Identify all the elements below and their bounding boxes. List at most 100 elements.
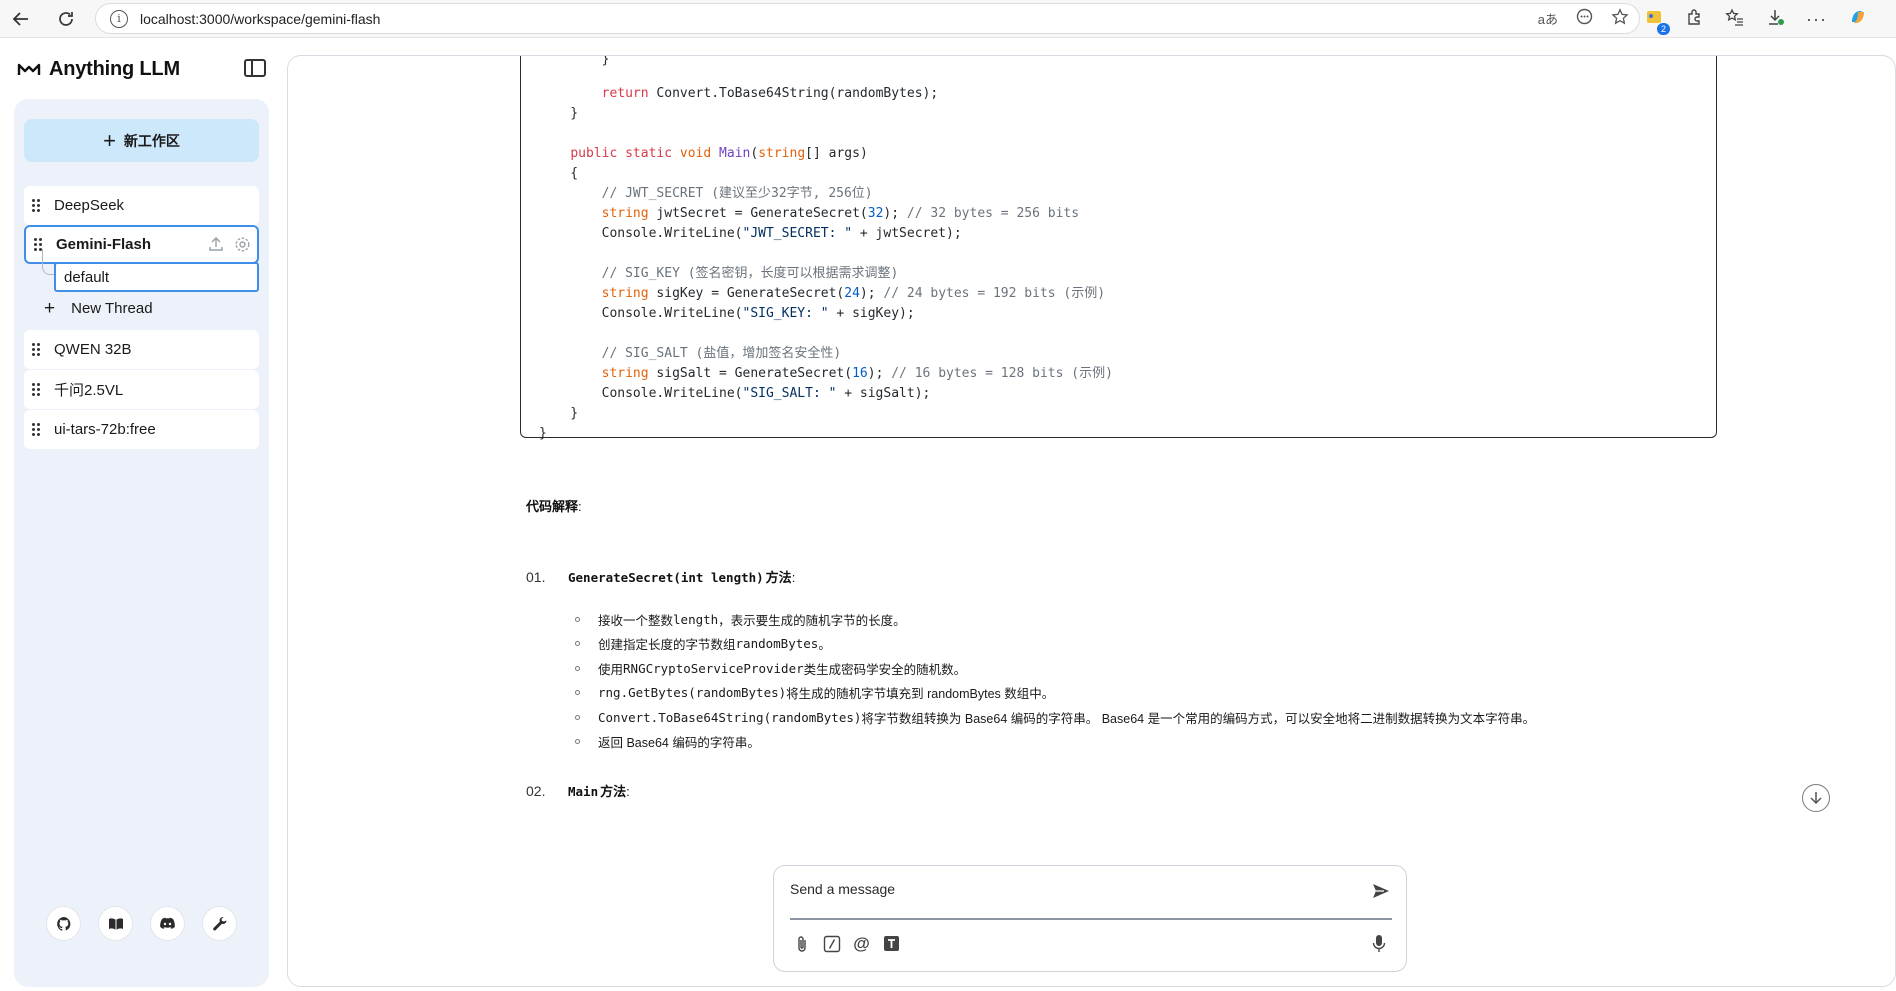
sidebar: + 新工作区 DeepSeek Gemini-Flash default + N… bbox=[14, 99, 269, 987]
mention-at-icon[interactable]: @ bbox=[852, 934, 871, 953]
composer-divider bbox=[790, 918, 1392, 920]
bullet-code: length bbox=[673, 611, 719, 627]
workspace-item-ui-tars[interactable]: ui-tars-72b:free bbox=[24, 410, 259, 449]
bullet-text: 将生成的随机字节填充到 randomBytes 数组中。 bbox=[786, 687, 1055, 702]
bullet-code: Convert.ToBase64String(randomBytes) bbox=[598, 709, 862, 725]
bullet-item: 接收一个整数 length ，表示要生成的随机字节的长度。 bbox=[575, 607, 1535, 632]
drag-handle-icon[interactable] bbox=[32, 342, 42, 357]
new-thread-label: New Thread bbox=[71, 300, 153, 317]
list-item-code: Main bbox=[568, 784, 599, 799]
new-workspace-button[interactable]: + 新工作区 bbox=[24, 119, 259, 162]
sidebar-toggle-icon[interactable] bbox=[244, 59, 266, 77]
drag-handle-icon[interactable] bbox=[32, 198, 42, 213]
bullet-text: 将字节数组转换为 Base64 编码的字符串。 Base64 是一个常用的编码方… bbox=[861, 711, 1536, 726]
bullet-dot bbox=[575, 739, 580, 745]
new-thread-button[interactable]: + New Thread bbox=[44, 299, 153, 318]
bullet-code: rng.GetBytes(randomBytes) bbox=[598, 685, 787, 701]
address-bar[interactable]: i localhost:3000/workspace/gemini-flash … bbox=[95, 3, 1640, 34]
drag-handle-icon[interactable] bbox=[32, 422, 42, 437]
workspace-name: DeepSeek bbox=[54, 197, 125, 214]
send-button[interactable] bbox=[1370, 880, 1392, 902]
list-number: 01. bbox=[526, 569, 546, 585]
workspace-name: Gemini-Flash bbox=[56, 236, 152, 253]
message-input[interactable] bbox=[790, 876, 1350, 902]
back-icon[interactable] bbox=[3, 1, 39, 37]
slash-command-icon[interactable] bbox=[822, 934, 841, 953]
section-title: 代码解释: bbox=[526, 496, 582, 515]
bullet-item: 使用 RNGCryptoServiceProvider 类生成密码学安全的随机数… bbox=[575, 656, 1535, 681]
text-size-icon[interactable] bbox=[882, 934, 901, 953]
list-item-colon: : bbox=[791, 570, 796, 585]
brand-name: Anything LLM bbox=[49, 58, 180, 80]
tracking-icon[interactable] bbox=[1576, 8, 1593, 29]
sidebar-footer bbox=[46, 906, 237, 941]
workspace-name: QWEN 32B bbox=[54, 341, 132, 358]
composer-toolbar: @ bbox=[792, 934, 901, 953]
bullet-text: 创建指定长度的字节数组 bbox=[598, 638, 736, 653]
downloads-icon[interactable] bbox=[1766, 8, 1784, 31]
workspace-name: 千问2.5VL bbox=[54, 382, 124, 399]
list-item-2: 02. Main 方法 : bbox=[526, 781, 630, 800]
microphone-icon[interactable] bbox=[1369, 934, 1388, 953]
send-icon bbox=[1373, 884, 1389, 898]
list-item-colon: : bbox=[626, 784, 630, 799]
bullet-text: 返回 Base64 编码的字符串。 bbox=[598, 736, 760, 751]
more-options-icon[interactable]: ··· bbox=[1806, 9, 1827, 30]
attachment-icon[interactable] bbox=[792, 934, 811, 953]
bullet-dot bbox=[575, 690, 580, 696]
plus-icon: + bbox=[103, 127, 116, 153]
github-icon[interactable] bbox=[46, 906, 81, 941]
upload-icon[interactable] bbox=[207, 235, 225, 253]
section-title-text: 代码解释 bbox=[526, 499, 579, 514]
workspace-item-gemini-flash[interactable]: Gemini-Flash bbox=[24, 225, 259, 264]
bullet-text: 使用 bbox=[598, 662, 624, 677]
drag-handle-icon[interactable] bbox=[32, 382, 42, 397]
workspace-name: ui-tars-72b:free bbox=[54, 421, 156, 438]
bullet-code: RNGCryptoServiceProvider bbox=[623, 660, 804, 676]
bullet-item: 返回 Base64 编码的字符串。 bbox=[575, 730, 1535, 755]
brand: Anything LLM bbox=[17, 58, 180, 81]
bullet-dot bbox=[575, 641, 580, 647]
code-content: } return Convert.ToBase64String(randomBy… bbox=[539, 55, 1113, 441]
thread-name: default bbox=[64, 268, 110, 286]
site-info-icon[interactable]: i bbox=[110, 9, 128, 28]
thread-item-default[interactable]: default bbox=[54, 262, 259, 292]
message-composer: @ bbox=[773, 865, 1407, 972]
app-root: Anything LLM + 新工作区 DeepSeek Gemini-Flas… bbox=[0, 38, 1896, 991]
bullet-dot bbox=[575, 616, 580, 622]
scroll-to-bottom-button[interactable] bbox=[1802, 784, 1830, 812]
bullet-dot bbox=[575, 665, 580, 671]
bullet-item: Convert.ToBase64String(randomBytes) 将字节数… bbox=[575, 705, 1535, 730]
bullet-text: 接收一个整数 bbox=[598, 613, 674, 628]
wrench-icon[interactable] bbox=[202, 906, 237, 941]
bullet-list: 接收一个整数 length ，表示要生成的随机字节的长度。 创建指定长度的字节数组… bbox=[575, 607, 1535, 754]
chat-panel: } return Convert.ToBase64String(randomBy… bbox=[287, 55, 1896, 987]
extension-count-badge: 2 bbox=[1656, 22, 1670, 35]
extension-puzzle-badge-icon[interactable]: 2 bbox=[1645, 8, 1670, 35]
extensions-icon[interactable] bbox=[1685, 8, 1703, 31]
settings-gear-icon[interactable] bbox=[233, 235, 251, 253]
list-item-code: GenerateSecret(int length) bbox=[568, 570, 764, 585]
copilot-icon[interactable] bbox=[1849, 8, 1867, 31]
workspace-item-qwen-32b[interactable]: QWEN 32B bbox=[24, 330, 259, 369]
discord-icon[interactable] bbox=[150, 906, 185, 941]
workspace-item-qianwen[interactable]: 千问2.5VL bbox=[24, 370, 259, 409]
read-aloud-icon[interactable]: aあ bbox=[1538, 9, 1558, 28]
new-workspace-label: 新工作区 bbox=[123, 132, 180, 149]
bullet-text: 类生成密码学安全的随机数。 bbox=[803, 662, 967, 677]
bullet-text: 。 bbox=[818, 638, 831, 653]
bullet-item: rng.GetBytes(randomBytes) 将生成的随机字节填充到 ra… bbox=[575, 681, 1535, 706]
bullet-text: ，表示要生成的随机字节的长度。 bbox=[718, 613, 906, 628]
workspace-item-deepseek[interactable]: DeepSeek bbox=[24, 186, 259, 225]
bullet-dot bbox=[575, 714, 580, 720]
favorites-list-icon[interactable] bbox=[1725, 7, 1744, 31]
favorite-star-icon[interactable] bbox=[1611, 7, 1629, 30]
list-item-label: 方法 bbox=[765, 570, 792, 585]
book-icon[interactable] bbox=[98, 906, 133, 941]
url-text: localhost:3000/workspace/gemini-flash bbox=[140, 10, 381, 27]
list-item-label: 方法 bbox=[600, 784, 627, 799]
bullet-item: 创建指定长度的字节数组 randomBytes。 bbox=[575, 632, 1535, 657]
reload-icon[interactable] bbox=[48, 1, 84, 37]
browser-toolbar: i localhost:3000/workspace/gemini-flash … bbox=[0, 0, 1896, 38]
arrow-down-icon bbox=[1810, 792, 1822, 805]
